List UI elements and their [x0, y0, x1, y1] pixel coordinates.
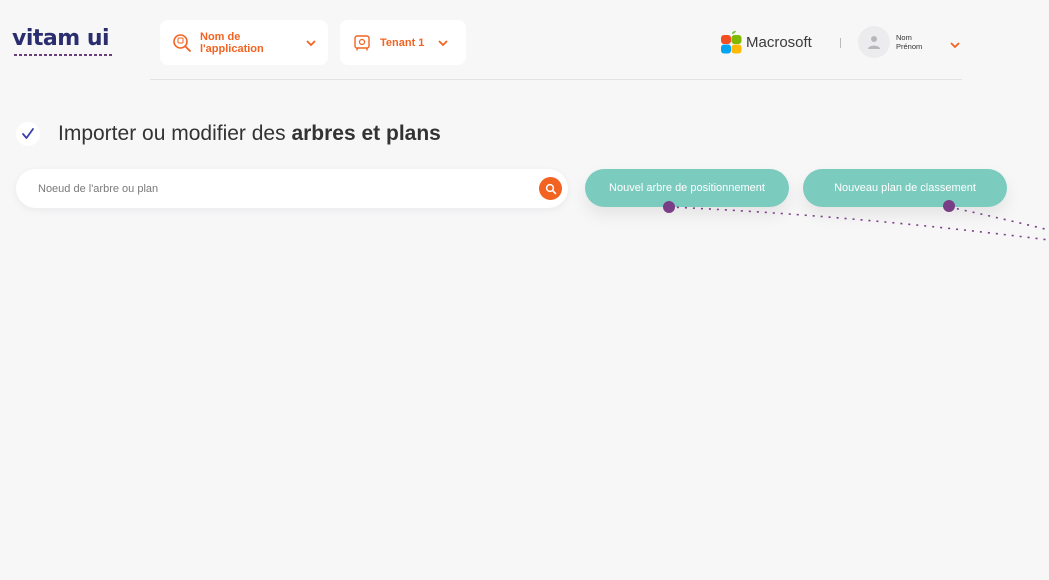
logo-underline — [14, 54, 114, 56]
chevron-down-icon[interactable] — [950, 36, 960, 54]
page-title-row: Importer ou modifier des arbres et plans — [16, 122, 441, 146]
page-title-regular: Importer ou modifier des — [58, 122, 292, 145]
user-menu[interactable]: Nom Prénom — [858, 26, 922, 58]
header-divider — [150, 79, 962, 80]
chevron-down-icon — [438, 39, 449, 47]
search-app-icon — [172, 33, 192, 53]
org-brand: Macrosoft — [720, 30, 812, 54]
app-selector-label: Nom de l'application — [200, 30, 264, 55]
user-last-name: Prénom — [896, 42, 923, 51]
search-input[interactable] — [38, 182, 508, 195]
vitam-logo[interactable]: vitam ui — [12, 26, 110, 51]
header-separator — [840, 38, 841, 48]
page-title-bold: arbres et plans — [291, 122, 441, 145]
new-tree-button[interactable]: Nouvel arbre de positionnement — [585, 169, 789, 207]
annotation-connector-line — [948, 206, 1049, 231]
check-icon — [16, 122, 40, 146]
macrosoft-logo-icon — [720, 30, 742, 54]
app-selector[interactable]: Nom de l'application — [160, 20, 328, 65]
tenant-selector[interactable]: Tenant 1 — [340, 20, 466, 65]
chevron-down-icon — [306, 39, 316, 47]
user-icon — [858, 26, 890, 58]
page-title: Importer ou modifier des arbres et plans — [58, 122, 441, 146]
app-header: vitam ui Nom de l'application Tenant 1 M… — [0, 0, 1049, 80]
search-icon[interactable] — [539, 177, 562, 200]
new-plan-button[interactable]: Nouveau plan de classement — [803, 169, 1007, 207]
annotation-connector-line — [668, 206, 1049, 241]
org-name: Macrosoft — [746, 33, 812, 51]
search-bar — [16, 169, 568, 208]
user-name: Nom Prénom — [896, 33, 922, 51]
safe-icon — [352, 33, 372, 53]
user-first-name: Nom — [896, 33, 912, 42]
tenant-selector-label: Tenant 1 — [380, 36, 425, 49]
annotation-connectors — [663, 200, 1049, 241]
